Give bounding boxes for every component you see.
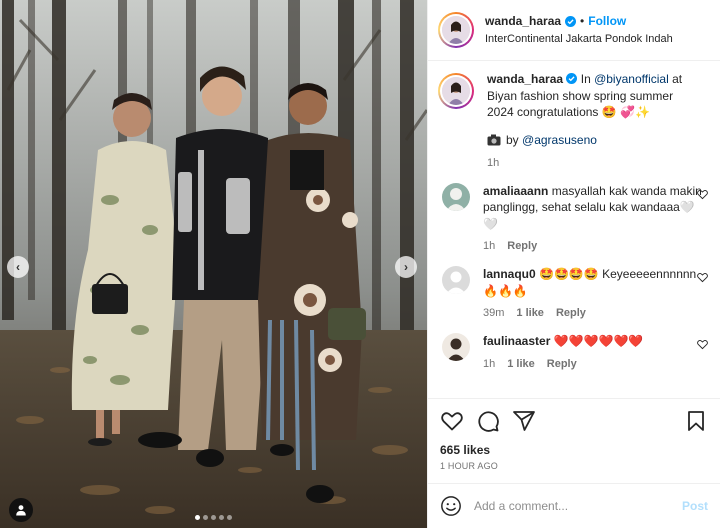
comment-item: faulinaaster ❤️❤️❤️❤️❤️❤️ 1h 1 like Repl… bbox=[438, 333, 710, 370]
heart-icon[interactable] bbox=[440, 409, 464, 433]
carousel-dot bbox=[203, 515, 208, 520]
caption-mention-link[interactable]: @biyanofficial bbox=[594, 72, 669, 86]
carousel-dot bbox=[227, 515, 232, 520]
post-header: wanda_haraa • Follow InterContinental Ja… bbox=[428, 0, 720, 61]
photo-credit: by @agrasuseno bbox=[487, 133, 702, 147]
chevron-right-icon: › bbox=[404, 260, 408, 274]
carousel-dot bbox=[195, 515, 200, 520]
chevron-left-icon: ‹ bbox=[16, 260, 20, 274]
comment-time[interactable]: 39m bbox=[483, 307, 504, 319]
carousel-dot bbox=[211, 515, 216, 520]
caption-text: wanda_haraa In @biyanofficial at Biyan f… bbox=[487, 71, 702, 121]
comment-item: lannaqu0 🤩🤩🤩🤩 Keyeeeeennnnnn🔥🔥🔥 39m 1 li… bbox=[438, 266, 710, 319]
commenter-username[interactable]: faulinaaster bbox=[483, 334, 550, 348]
author-avatar[interactable] bbox=[438, 12, 474, 48]
carousel-prev-button[interactable]: ‹ bbox=[7, 256, 29, 278]
comment-like-icon[interactable] bbox=[697, 339, 708, 350]
commenter-username[interactable]: lannaqu0 bbox=[483, 267, 536, 281]
credit-by: by bbox=[506, 132, 523, 147]
post-actions-bar bbox=[428, 398, 720, 442]
comment-likes-count[interactable]: 1 like bbox=[516, 307, 544, 319]
author-username[interactable]: wanda_haraa bbox=[485, 13, 561, 29]
add-comment-bar: Post bbox=[428, 483, 720, 528]
caption-author-avatar[interactable] bbox=[438, 73, 474, 109]
post-comment-button[interactable]: Post bbox=[682, 499, 708, 513]
credit-mention-link[interactable]: @agrasuseno bbox=[522, 133, 597, 147]
caption-username[interactable]: wanda_haraa bbox=[487, 72, 563, 86]
bookmark-icon[interactable] bbox=[684, 409, 708, 433]
emoji-icon[interactable] bbox=[440, 495, 462, 517]
camera-icon bbox=[487, 134, 501, 145]
comment-like-icon[interactable] bbox=[697, 272, 708, 283]
comment-like-icon[interactable] bbox=[697, 189, 708, 200]
photo-scene bbox=[0, 0, 427, 528]
post-caption: wanda_haraa In @biyanofficial at Biyan f… bbox=[438, 71, 710, 169]
comment-input[interactable] bbox=[474, 499, 682, 513]
commenter-avatar[interactable] bbox=[442, 333, 470, 361]
comment-time[interactable]: 1h bbox=[483, 240, 495, 252]
commenter-avatar[interactable] bbox=[442, 182, 470, 211]
post-side-panel: wanda_haraa • Follow InterContinental Ja… bbox=[427, 0, 720, 528]
commenter-username[interactable]: amaliaaann bbox=[483, 184, 548, 198]
post-location[interactable]: InterContinental Jakarta Pondok Indah bbox=[485, 31, 673, 47]
post-photo[interactable]: ‹ › bbox=[0, 0, 427, 528]
carousel-next-button[interactable]: › bbox=[395, 256, 417, 278]
comment-time[interactable]: 1h bbox=[483, 358, 495, 370]
caption-prefix: In bbox=[580, 72, 595, 86]
user-tag-icon bbox=[16, 505, 26, 516]
comment-text: ❤️❤️❤️❤️❤️❤️ bbox=[553, 334, 644, 348]
comment-reply-button[interactable]: Reply bbox=[556, 307, 586, 319]
comment-reply-button[interactable]: Reply bbox=[507, 240, 537, 252]
comments-list[interactable]: wanda_haraa In @biyanofficial at Biyan f… bbox=[428, 61, 720, 398]
comment-item: amaliaaann masyallah kak wanda makin pan… bbox=[438, 182, 710, 252]
tagged-users-button[interactable] bbox=[9, 498, 33, 522]
follow-button[interactable]: Follow bbox=[588, 13, 626, 29]
caption-time[interactable]: 1h bbox=[487, 157, 499, 169]
carousel-dot bbox=[219, 515, 224, 520]
verified-badge-icon bbox=[565, 15, 577, 27]
post-timestamp[interactable]: 1 HOUR AGO bbox=[428, 461, 720, 483]
share-icon[interactable] bbox=[512, 409, 536, 433]
comment-likes-count[interactable]: 1 like bbox=[507, 358, 535, 370]
comment-icon[interactable] bbox=[476, 409, 500, 433]
instagram-post: ‹ › wanda_haraa • Follow InterContinenta… bbox=[0, 0, 720, 528]
commenter-avatar[interactable] bbox=[442, 266, 470, 294]
carousel-indicator bbox=[0, 515, 427, 520]
likes-count[interactable]: 665 likes bbox=[428, 442, 720, 458]
comment-reply-button[interactable]: Reply bbox=[547, 358, 577, 370]
header-separator: • bbox=[580, 14, 585, 28]
verified-badge-icon bbox=[566, 73, 578, 84]
